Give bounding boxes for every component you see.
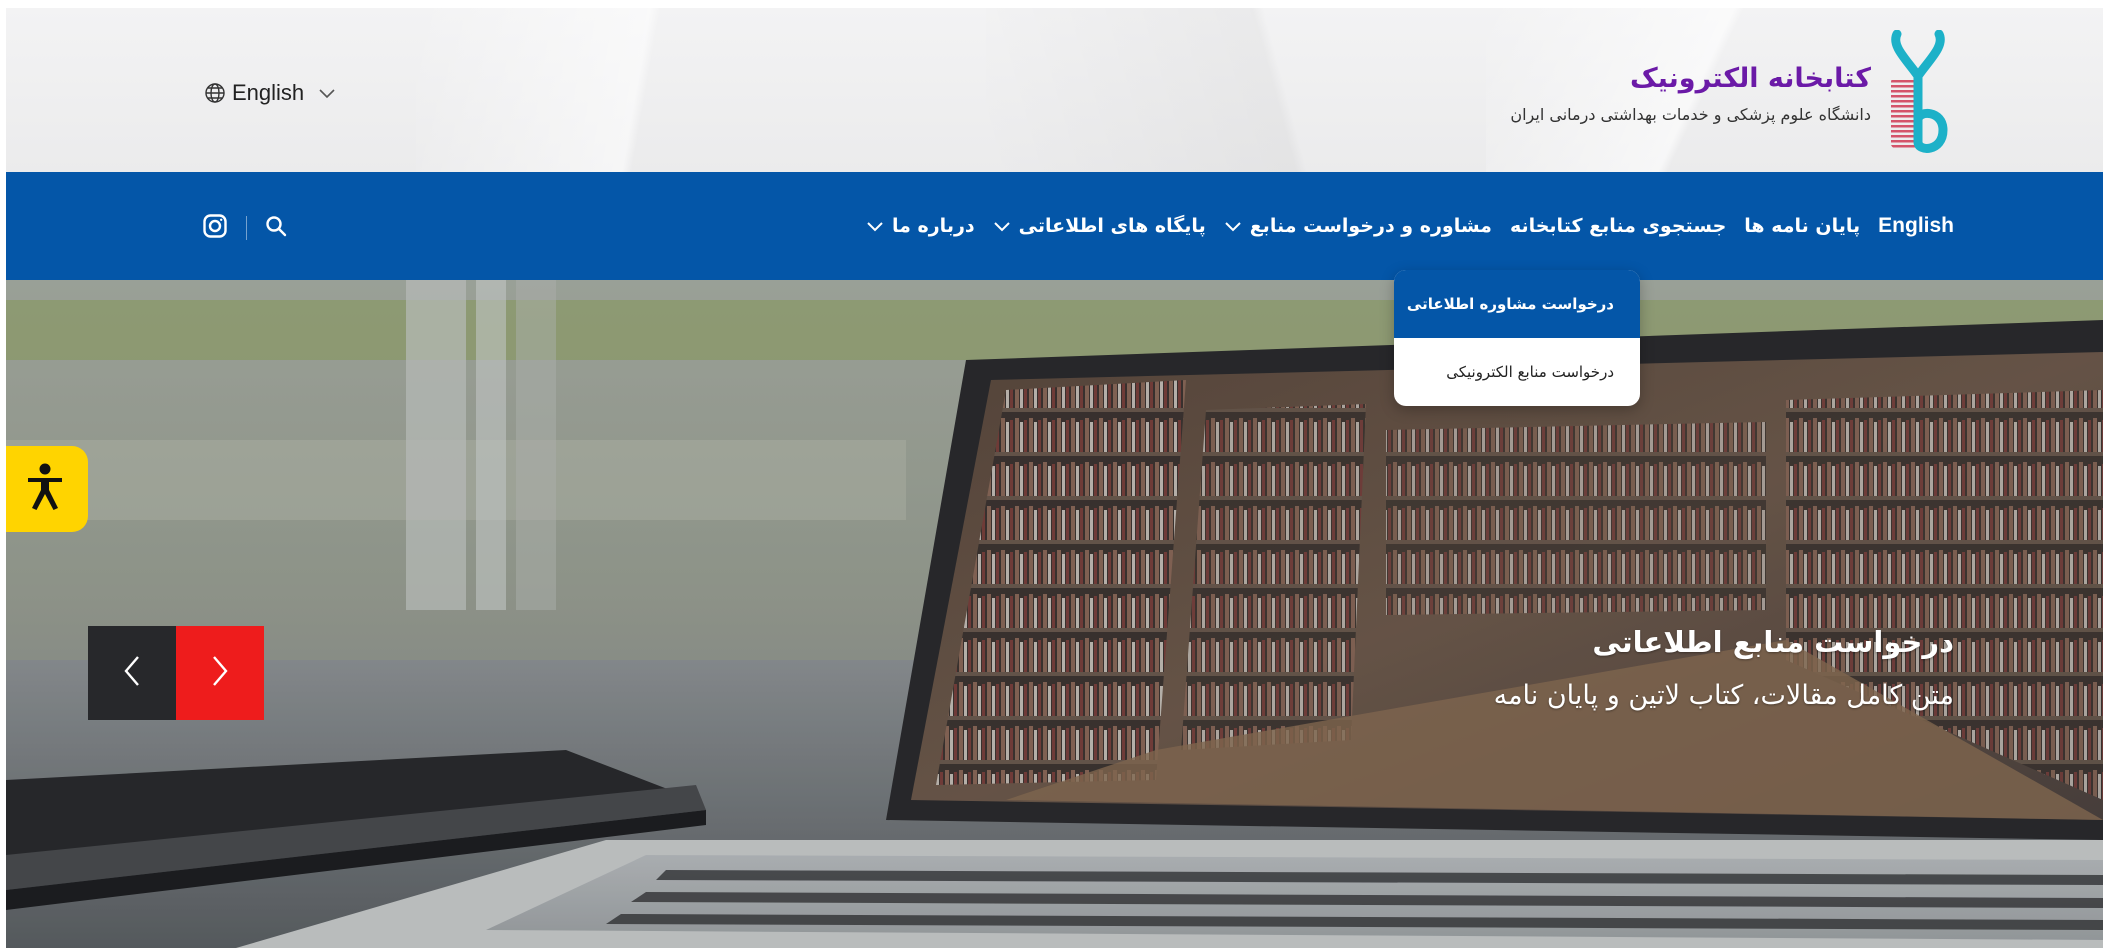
slider-prev-button[interactable] — [88, 626, 176, 720]
nav-item-library-search[interactable]: جستجوی منابع کتابخانه — [1510, 215, 1726, 237]
divider — [246, 216, 247, 240]
chevron-down-icon — [993, 215, 1011, 237]
chevron-down-icon — [1224, 215, 1242, 237]
nav-item-label: مشاوره و درخواست منابع — [1249, 215, 1492, 237]
slider-controls — [88, 626, 264, 720]
nav-item-english[interactable]: English — [1878, 214, 1954, 238]
accessibility-button[interactable] — [6, 446, 88, 532]
hero-subtitle: متن کامل مقالات، کتاب لاتین و پایان نامه — [1493, 680, 1954, 711]
hero-title: درخواست منابع اطلاعاتی — [1592, 625, 1954, 659]
consulting-dropdown: درخواست مشاوره اطلاعاتی درخواست منابع ال… — [1394, 270, 1640, 406]
nav-item-about[interactable]: درباره ما — [866, 215, 975, 237]
site-header: English کتابخانه الکترونیک دانشگاه علوم … — [6, 8, 2103, 172]
slider-next-button[interactable] — [176, 626, 264, 720]
language-switcher[interactable]: English — [204, 78, 336, 108]
nav-item-label: درباره ما — [892, 215, 975, 237]
chevron-right-icon — [210, 654, 230, 692]
dropdown-item-label: درخواست مشاوره اطلاعاتی — [1406, 295, 1614, 313]
nav-item-label: English — [1878, 214, 1954, 237]
brand-logo-icon — [1891, 30, 1948, 153]
dropdown-item-info-consulting[interactable]: درخواست مشاوره اطلاعاتی — [1394, 270, 1640, 338]
nav-item-label: پایان نامه ها — [1744, 215, 1861, 237]
nav-tools — [202, 213, 287, 243]
nav-item-consulting[interactable]: مشاوره و درخواست منابع — [1224, 215, 1492, 237]
main-nav: درباره ما پایگاه های اطلاعاتی مشاوره و د… — [6, 172, 2103, 280]
hero-slider: درخواست منابع اطلاعاتی متن کامل مقالات، … — [6, 280, 2103, 948]
nav-item-databases[interactable]: پایگاه های اطلاعاتی — [993, 215, 1206, 237]
search-icon[interactable] — [265, 215, 287, 241]
nav-item-theses[interactable]: پایان نامه ها — [1744, 215, 1860, 237]
nav-item-label: جستجوی منابع کتابخانه — [1509, 215, 1727, 237]
brand[interactable]: کتابخانه الکترونیک دانشگاه علوم پزشکی و … — [1510, 30, 1953, 155]
brand-subtitle: دانشگاه علوم پزشکی و خدمات بهداشتی درمان… — [1510, 105, 1871, 124]
nav-item-label: پایگاه های اطلاعاتی — [1018, 215, 1206, 237]
chevron-down-icon — [866, 215, 884, 237]
chevron-down-icon — [318, 87, 336, 99]
hero-background-image — [6, 280, 2103, 948]
dropdown-item-label: درخواست منابع الکترونیکی — [1446, 363, 1614, 381]
nav-menu: درباره ما پایگاه های اطلاعاتی مشاوره و د… — [866, 172, 1954, 280]
dropdown-item-electronic-resources[interactable]: درخواست منابع الکترونیکی — [1394, 338, 1640, 406]
brand-title: کتابخانه الکترونیک — [1629, 63, 1871, 94]
instagram-icon[interactable] — [202, 213, 228, 243]
language-label: English — [232, 80, 305, 105]
chevron-left-icon — [122, 654, 142, 692]
globe-icon — [204, 82, 226, 104]
page-frame: English کتابخانه الکترونیک دانشگاه علوم … — [6, 8, 2103, 948]
accessibility-icon — [25, 462, 65, 516]
